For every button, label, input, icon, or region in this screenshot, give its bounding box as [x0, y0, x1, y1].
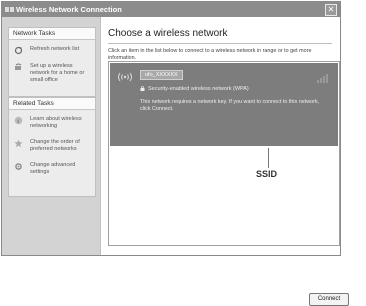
- signal-strength-icon: [317, 74, 328, 83]
- wireless-network-window: Wireless Network Connection ✕ Network Ta…: [1, 1, 349, 306]
- window-title: Wireless Network Connection: [16, 5, 122, 14]
- change-order-label: Change the order of preferred networks: [30, 139, 80, 152]
- network-tasks-header: Network Tasks: [9, 28, 95, 40]
- network-key-note: This network requires a network key. If …: [140, 99, 320, 112]
- refresh-icon: [14, 46, 23, 55]
- settings-icon: [15, 163, 22, 170]
- info-icon: i: [14, 116, 23, 125]
- network-list[interactable]: ufo_XXXXXX Security-enabled wireless net…: [108, 61, 349, 306]
- wireless-signal-icon: [118, 72, 132, 82]
- refresh-network-list-label: Refresh network list: [30, 46, 80, 52]
- change-advanced-settings-link[interactable]: Change advanced settings: [12, 162, 92, 176]
- title-bar: Wireless Network Connection ✕: [2, 2, 340, 17]
- learn-wireless-link[interactable]: i Learn about wireless networking: [12, 116, 92, 130]
- sidebar: Network Tasks Refresh network list Set u…: [2, 17, 100, 255]
- setup-wireless-network-label: Set up a wireless network for a home or …: [30, 63, 85, 83]
- connect-button[interactable]: Connect: [309, 293, 349, 306]
- close-button[interactable]: ✕: [325, 4, 337, 16]
- setup-wireless-network-link[interactable]: Set up a wireless network for a home or …: [12, 63, 92, 84]
- change-advanced-settings-label: Change advanced settings: [30, 162, 76, 175]
- wireless-icon: [5, 7, 14, 12]
- security-status: Security-enabled wireless network (WPA): [140, 86, 249, 93]
- heading-divider: [108, 43, 332, 44]
- refresh-network-list-link[interactable]: Refresh network list: [12, 46, 92, 55]
- ssid-callout-line: [268, 148, 269, 168]
- main-pane: Choose a wireless network Click an item …: [100, 17, 349, 306]
- related-tasks-panel: Related Tasks i Learn about wireless net…: [8, 97, 96, 197]
- lock-icon: [140, 86, 145, 91]
- ssid-callout: SSID: [256, 169, 278, 179]
- network-tasks-panel: Network Tasks Refresh network list Set u…: [8, 27, 96, 97]
- star-icon: [14, 139, 23, 148]
- learn-wireless-label: Learn about wireless networking: [30, 116, 82, 129]
- security-text: Security-enabled wireless network (WPA): [148, 86, 249, 92]
- change-order-link[interactable]: Change the order of preferred networks: [12, 139, 92, 153]
- instruction-text: Click an item in the list below to conne…: [108, 48, 312, 61]
- page-title: Choose a wireless network: [108, 28, 228, 39]
- related-tasks-header: Related Tasks: [9, 98, 95, 110]
- network-list-item[interactable]: ufo_XXXXXX Security-enabled wireless net…: [110, 63, 338, 146]
- setup-network-icon: [15, 63, 22, 70]
- ssid-label: ufo_XXXXXX: [140, 70, 183, 80]
